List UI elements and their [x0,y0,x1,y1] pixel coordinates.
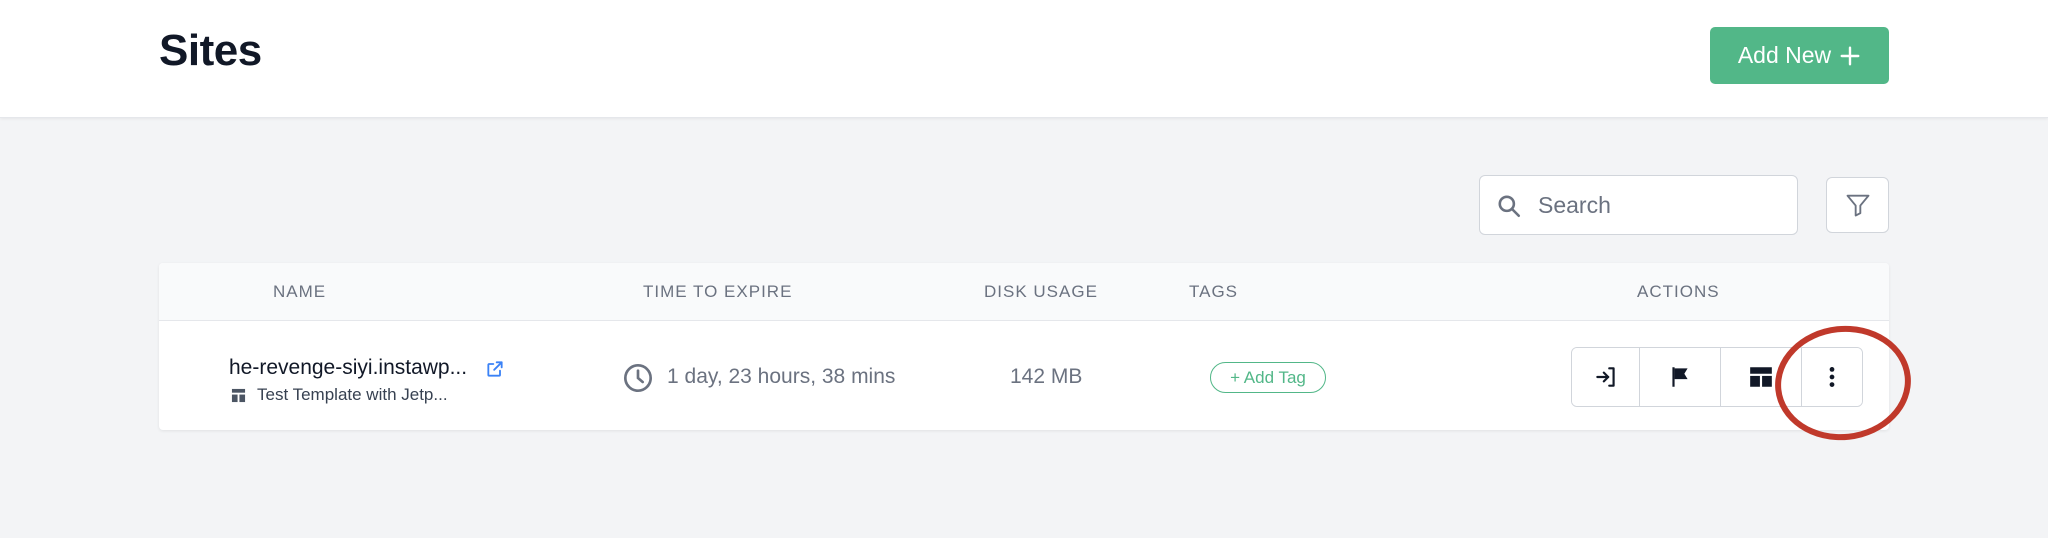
add-new-label: Add New [1737,42,1832,68]
plus-icon [1840,46,1860,65]
search-icon [1498,195,1521,218]
external-link-icon[interactable] [485,359,505,379]
filter-button[interactable] [1826,177,1889,233]
more-vertical-icon [1829,367,1835,387]
disk-usage: 142 MB [1010,365,1083,388]
more-options-button[interactable] [1802,348,1862,406]
add-new-button[interactable]: Add New [1710,27,1889,84]
filter-icon [1846,194,1869,217]
site-name-link[interactable]: he-revenge-siyi.instawp... [229,356,467,380]
column-header-time-to-expire: TIME TO EXPIRE [643,282,793,301]
template-layout-button[interactable] [1721,348,1802,406]
column-header-disk-usage: DISK USAGE [984,282,1098,301]
template-name: Test Template with Jetp... [257,385,448,404]
column-header-tags: TAGS [1189,282,1239,301]
row-actions [1571,347,1863,407]
add-tag-button[interactable]: + Add Tag [1210,362,1326,393]
time-to-expire: 1 day, 23 hours, 38 mins [667,365,896,388]
login-icon [1595,367,1615,387]
page-header: Sites Add New [0,0,2048,118]
column-header-actions: ACTIONS [1637,282,1720,301]
table-header: NAME TIME TO EXPIRE DISK USAGE TAGS ACTI… [159,263,1889,321]
column-header-name: NAME [273,282,327,301]
page-title: Sites [159,26,262,75]
search-box[interactable] [1479,175,1798,235]
layout-icon [1750,367,1772,387]
template-icon [231,388,246,403]
flag-icon [1672,367,1688,387]
search-input[interactable] [1538,184,1788,226]
clock-icon [624,364,652,392]
flag-button[interactable] [1640,348,1721,406]
login-button[interactable] [1572,348,1640,406]
